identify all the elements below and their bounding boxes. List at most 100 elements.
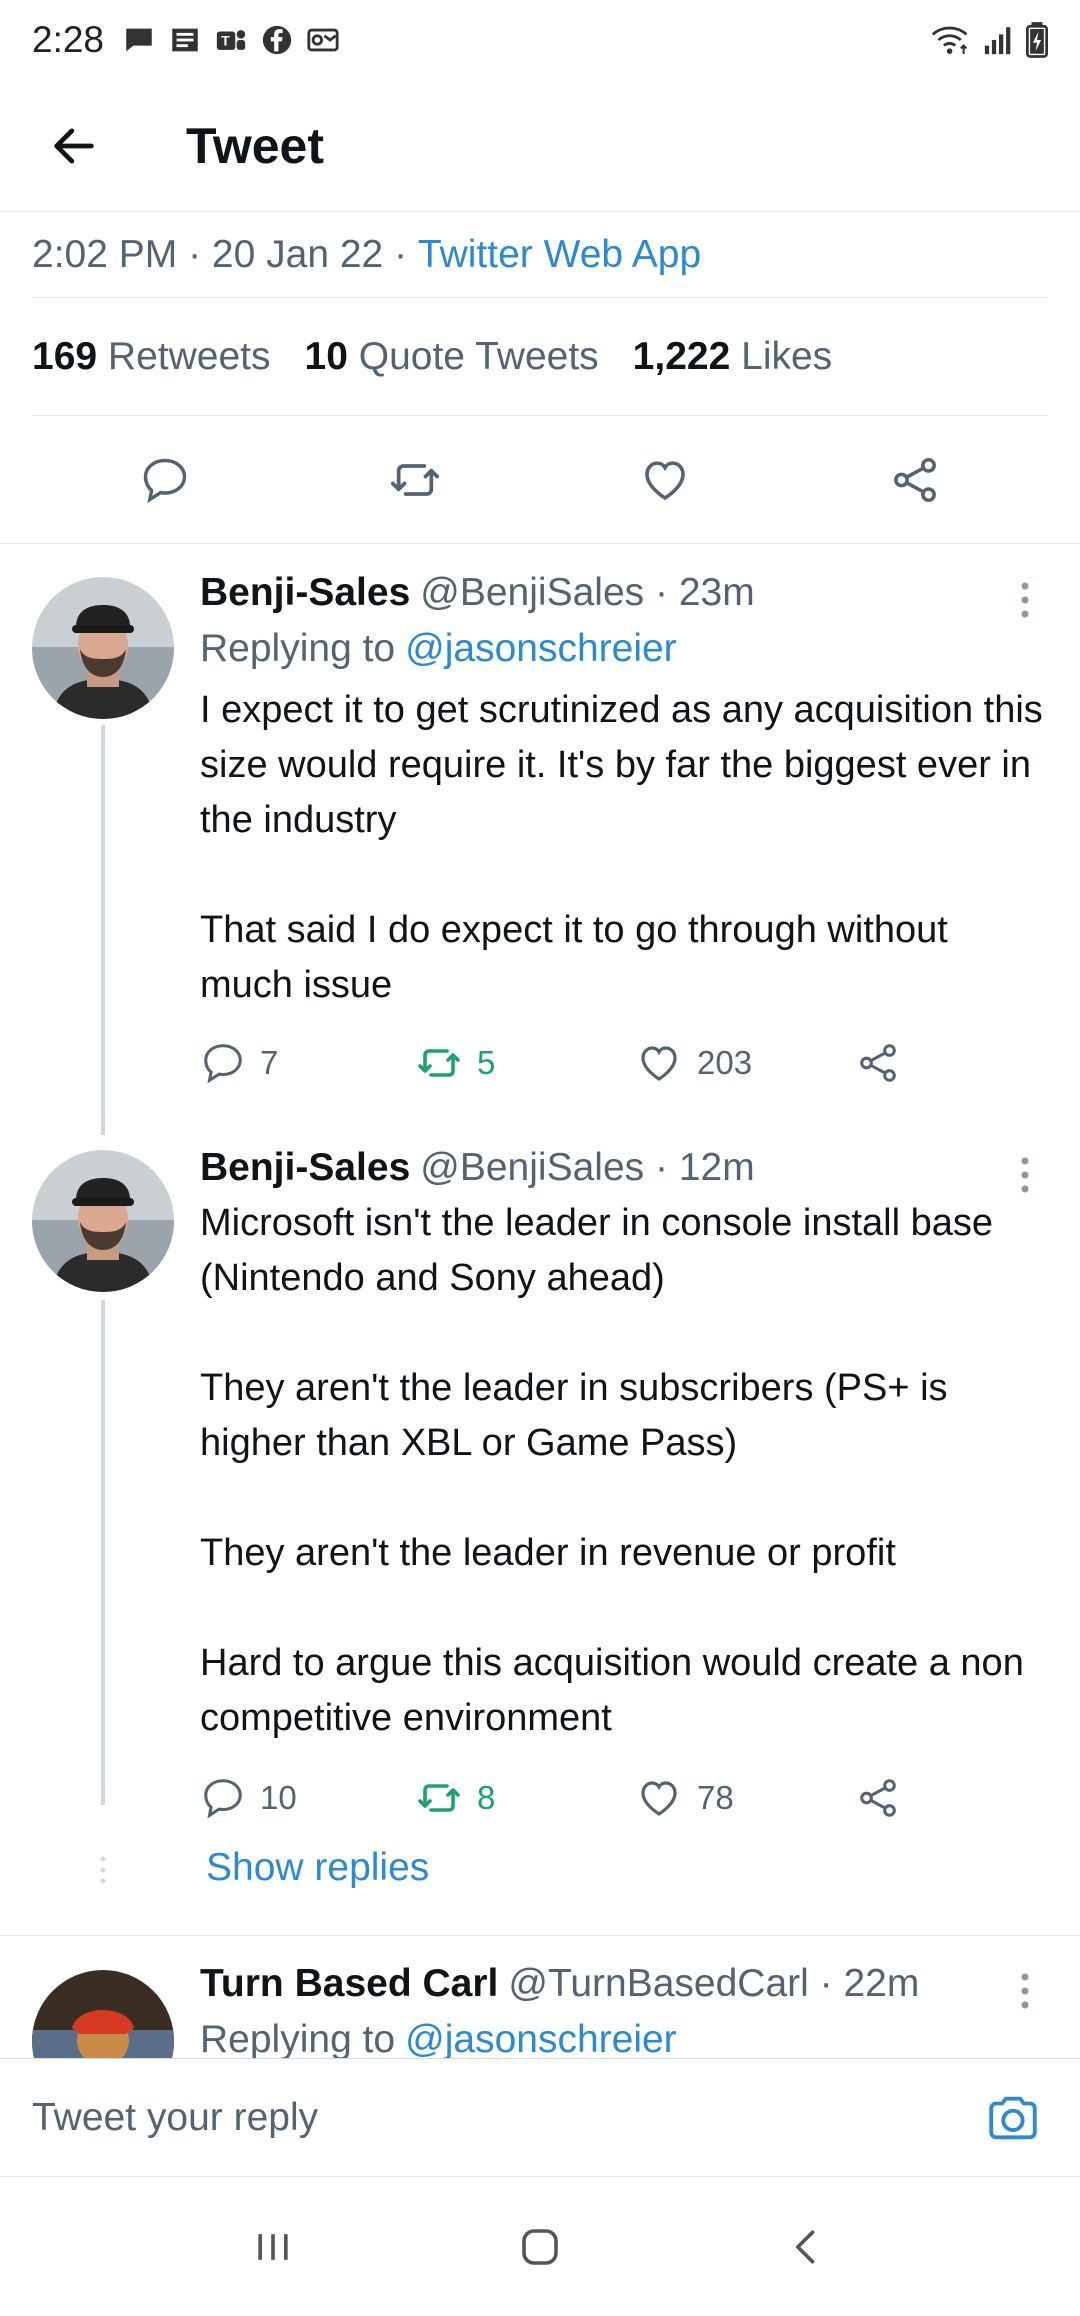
more-options-button[interactable] <box>1010 1150 1040 1200</box>
avatar-image <box>32 1970 174 2058</box>
retweets-label: Retweets <box>107 334 271 378</box>
reply-time: 23m <box>678 571 755 614</box>
status-time: 2:28 <box>32 19 105 60</box>
like-button[interactable]: 78 <box>635 1774 855 1822</box>
tweet-reply-input[interactable] <box>32 2095 978 2140</box>
share-button[interactable] <box>855 1040 901 1086</box>
likes-stat[interactable]: 1,222 Likes <box>633 335 833 379</box>
back-nav-button[interactable] <box>762 2202 852 2292</box>
recent-apps-button[interactable] <box>228 2202 318 2292</box>
retweets-count: 169 <box>32 334 98 378</box>
separator: · <box>644 571 679 614</box>
author-handle[interactable]: @BenjiSales <box>420 1146 644 1190</box>
camera-icon <box>989 2096 1037 2139</box>
reply-count: 7 <box>260 1044 279 1081</box>
reply-button[interactable] <box>125 440 205 520</box>
more-options-button[interactable] <box>1010 1966 1040 2016</box>
share-icon <box>894 457 936 502</box>
wifi-icon <box>931 26 968 54</box>
replying-to: Replying to @jasonschreier <box>200 2012 1050 2058</box>
like-count: 203 <box>697 1044 753 1081</box>
quote-tweets-count: 10 <box>304 334 348 378</box>
recent-apps-icon <box>258 2233 288 2260</box>
back-button[interactable] <box>34 106 114 186</box>
reply-button[interactable]: 10 <box>200 1775 415 1821</box>
replying-to: Replying to @jasonschreier <box>200 621 1050 677</box>
status-bar: 2:28 T <box>0 0 1080 80</box>
reply-composer <box>0 2058 1080 2176</box>
mention-link[interactable]: @jasonschreier <box>405 2018 677 2058</box>
reply-text: Microsoft isn't the leader in console in… <box>200 1202 1024 1739</box>
system-navigation-bar <box>0 2176 1080 2316</box>
author-handle[interactable]: @TurnBasedCarl <box>508 1962 808 2006</box>
like-button[interactable] <box>625 440 705 520</box>
tweet-date: 20 Jan 22 <box>211 232 384 276</box>
author-name[interactable]: Benji-Sales <box>200 1146 410 1190</box>
quote-tweets-stat[interactable]: 10 Quote Tweets <box>305 335 599 379</box>
reply-text: I expect it to get scrutinized as any ac… <box>200 689 1043 1006</box>
avatar[interactable] <box>32 577 174 719</box>
home-icon <box>522 2228 558 2265</box>
retweets-stat[interactable]: 169 Retweets <box>32 335 271 379</box>
home-button[interactable] <box>495 2202 585 2292</box>
show-replies-link[interactable]: Show replies <box>206 1846 429 1890</box>
replying-to-label: Replying to <box>200 627 396 670</box>
message-icon <box>126 28 152 52</box>
more-vertical-icon <box>1021 1973 1029 2009</box>
separator: · <box>808 1962 844 2005</box>
comment-icon <box>143 458 187 503</box>
retweet-button[interactable]: 5 <box>415 1039 635 1087</box>
teams-icon: T <box>216 30 246 50</box>
likes-count: 1,222 <box>632 334 731 378</box>
comment-icon <box>204 1044 242 1084</box>
reply-count: 10 <box>260 1779 297 1816</box>
author-handle[interactable]: @BenjiSales <box>420 571 644 615</box>
share-button[interactable] <box>855 1775 901 1821</box>
battery-icon <box>1026 22 1048 58</box>
author-name[interactable]: Benji-Sales <box>200 571 410 615</box>
reply-tweet[interactable]: Turn Based Carl @TurnBasedCarl · 22m Rep… <box>0 1936 1080 2058</box>
more-options-button[interactable] <box>1010 575 1040 625</box>
tweet-timestamp: 2:02 PM · 20 Jan 22 · Twitter Web App <box>32 212 1048 298</box>
tweet-action-bar <box>0 416 1080 544</box>
heart-icon <box>641 1046 677 1081</box>
tweet-source-link[interactable]: Twitter Web App <box>418 233 701 277</box>
reply-action-bar: 10 8 78 <box>200 1758 1050 1838</box>
reply-header: Turn Based Carl @TurnBasedCarl · 22m <box>200 1956 1050 2012</box>
share-icon <box>860 1044 896 1082</box>
news-icon <box>172 28 198 52</box>
thread-line <box>101 725 105 1135</box>
share-button[interactable] <box>875 440 955 520</box>
svg-text:T: T <box>221 34 230 50</box>
reply-tweet[interactable]: Benji-Sales @BenjiSales · 23m Replying t… <box>0 545 1080 1135</box>
avatar[interactable] <box>32 1150 174 1292</box>
share-icon <box>860 1779 896 1817</box>
heart-icon <box>645 460 685 500</box>
heart-icon <box>641 1781 677 1816</box>
page-title: Tweet <box>186 117 324 174</box>
quote-tweets-label: Quote Tweets <box>358 334 599 378</box>
separator: · <box>383 232 418 276</box>
reply-action-bar: 7 5 203 <box>200 1023 1050 1103</box>
thread-dots <box>100 1856 106 1884</box>
mention-link[interactable]: @jasonschreier <box>405 627 677 671</box>
outlook-icon <box>307 28 339 52</box>
author-name[interactable]: Turn Based Carl <box>200 1962 498 2006</box>
camera-button[interactable] <box>978 2083 1048 2153</box>
reply-button[interactable]: 7 <box>200 1040 415 1086</box>
signal-icon <box>984 27 1011 55</box>
thread-line <box>101 1300 105 1805</box>
avatar-image <box>32 1150 174 1292</box>
facebook-icon <box>262 25 292 55</box>
chevron-left-icon <box>795 2230 814 2263</box>
reply-tweet[interactable]: Benji-Sales @BenjiSales · 12m Microsoft … <box>0 1120 1080 1820</box>
retweet-icon <box>418 1049 460 1077</box>
retweet-icon <box>390 463 440 496</box>
like-button[interactable]: 203 <box>635 1039 855 1087</box>
avatar-image <box>32 577 174 719</box>
retweet-button[interactable] <box>375 440 455 520</box>
retweet-button[interactable]: 8 <box>415 1774 635 1822</box>
notification-icons: T <box>122 23 340 57</box>
like-count: 78 <box>697 1779 734 1816</box>
avatar[interactable] <box>32 1970 174 2058</box>
